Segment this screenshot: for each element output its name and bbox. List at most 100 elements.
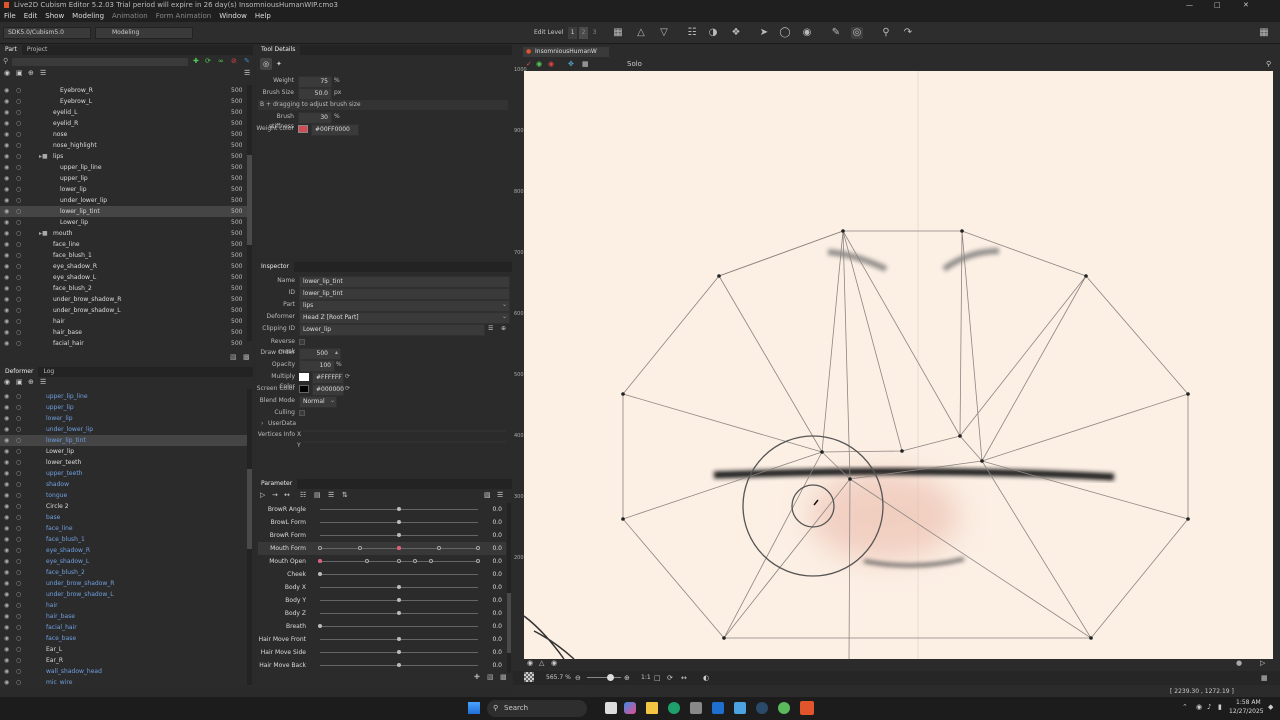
deformer-row[interactable]: ◉ ○ face_blush_2 [0,567,247,578]
deformer-row[interactable]: ◉ ○ lower_lip [0,413,247,424]
eye-icon[interactable]: ◉ [4,424,10,435]
culling-checkbox[interactable] [299,410,305,416]
lock-header-icon[interactable]: ▣ [16,378,23,386]
warp-icon[interactable]: ▽ [658,27,670,39]
part-row[interactable]: ◉ ○ nose 500 [0,129,247,140]
parameter-value[interactable]: 0.0 [484,503,502,516]
userdata-chevron-icon[interactable]: › [261,419,263,429]
screen-reset-icon[interactable]: ⟳ [345,384,350,394]
deformer-row[interactable]: ◉ ○ facial_hair [0,622,247,633]
sdk-select[interactable]: SDK5.0/Cubism5.0 [3,27,91,39]
add-param-icon[interactable]: ✚ [474,673,480,681]
eye-icon[interactable]: ◉ [4,140,10,151]
deformer-row[interactable]: ◉ ○ eye_shadow_L [0,556,247,567]
eye-icon[interactable]: ◉ [4,666,10,677]
parameter-keyframe[interactable] [476,559,480,563]
screen-color-swatch[interactable] [299,385,309,393]
parameter-row[interactable]: Body Z 0.0 [258,607,506,620]
lock-icon[interactable]: ○ [16,162,22,173]
deformer-row[interactable]: ◉ ○ face_line [0,523,247,534]
draw-order-stepper-icon[interactable]: ▴ [335,348,338,358]
parameter-scrollbar[interactable] [507,503,511,673]
lock-icon[interactable]: ○ [16,228,22,239]
lock-icon[interactable]: ○ [16,578,22,589]
collapse-header-icon[interactable]: ⊕ [28,378,34,386]
lock-icon[interactable]: ○ [16,677,22,685]
deformer-row[interactable]: ◉ ○ Ear_L [0,644,247,655]
visibility-header-icon[interactable]: ◉ [4,69,10,77]
parameter-row[interactable]: BrowR Form 0.0 [258,529,506,542]
eye-icon[interactable]: ◉ [4,677,10,685]
menu-animation[interactable]: Animation [108,11,152,22]
edge-icon[interactable] [668,702,680,714]
link-icon[interactable]: ∞ [218,57,224,65]
display-mode-icon[interactable]: ◐ [703,671,709,685]
part-scrollbar[interactable] [247,85,252,341]
visibility-header-icon[interactable]: ◉ [4,378,10,386]
notification-icon[interactable]: ◆ [1268,703,1273,711]
lock-icon[interactable]: ○ [16,272,22,283]
eye-icon[interactable]: ◉ [4,338,10,349]
deformer-row[interactable]: ◉ ○ under_brow_shadow_L [0,589,247,600]
lock-icon[interactable]: ○ [16,107,22,118]
part-search-input[interactable] [12,58,188,66]
eye-icon[interactable]: ◉ [4,468,10,479]
copilot-icon[interactable] [624,702,636,714]
parameter-keyframe[interactable] [412,559,417,563]
eye-icon[interactable]: ◉ [4,589,10,600]
parameter-value[interactable]: 0.0 [484,542,502,555]
outlook-icon[interactable] [712,702,724,714]
lock-icon[interactable]: ○ [16,338,22,349]
lock-icon[interactable]: ○ [16,611,22,622]
play-view-icon[interactable]: ▷ [1260,659,1265,667]
eye-icon[interactable]: ◉ [4,567,10,578]
pen-icon[interactable]: ✎ [830,27,842,39]
parameter-slider[interactable] [318,559,480,563]
lock-icon[interactable]: ○ [16,206,22,217]
eye-icon[interactable]: ◉ [4,217,10,228]
hide-toggle-icon[interactable]: ◉ [548,60,554,68]
lasso-icon[interactable]: ◯ [779,27,791,39]
part-row[interactable]: ◉ ○ upper_lip_line 500 [0,162,247,173]
mesh-edit-icon[interactable]: ▦ [612,27,624,39]
eye-icon[interactable]: ◉ [4,633,10,644]
eye-icon[interactable]: ◉ [4,283,10,294]
fit-window-icon[interactable]: □ [654,671,661,685]
overlay-icon[interactable]: ▦ [582,60,589,68]
weight-erase-tool-icon[interactable]: ✦ [276,58,282,70]
battery-icon[interactable]: ▮ [1218,703,1222,711]
deformer-chevron-down-icon[interactable]: ⌄ [502,312,507,322]
deformer-path-icon[interactable]: ✓ [526,60,532,68]
lock-icon[interactable]: ○ [16,435,22,446]
eye-icon[interactable]: ◉ [4,534,10,545]
lock-icon[interactable]: ○ [16,184,22,195]
lock-icon[interactable]: ○ [16,140,22,151]
lock-icon[interactable]: ○ [16,316,22,327]
weight-brush-icon[interactable]: ◎ [851,27,863,39]
menu-modeling[interactable]: Modeling [68,11,108,22]
eye-icon[interactable]: ◉ [4,294,10,305]
part-row[interactable]: ◉ ○ face_blush_2 500 [0,283,247,294]
part-row[interactable]: ◉ ○ under_brow_shadow_L 500 [0,305,247,316]
eye-icon[interactable]: ◉ [4,118,10,129]
file-explorer-icon[interactable] [646,702,658,714]
fit-view-icon[interactable]: ✥ [568,60,574,68]
eye-icon[interactable]: ◉ [4,611,10,622]
part-row[interactable]: ◉ ○ upper_lip 500 [0,173,247,184]
trash-icon[interactable]: ▩ [243,353,250,361]
close-icon[interactable]: ✕ [1243,0,1249,11]
task-view-icon[interactable] [605,702,617,714]
deformer-row[interactable]: ◉ ○ tongue [0,490,247,501]
part-row[interactable]: ◉ ○ lower_lip_tint 500 [0,206,247,217]
parameter-slider[interactable] [320,626,478,627]
deformer-row[interactable]: ◉ ○ shadow [0,479,247,490]
parameter-row[interactable]: Hair Move Side 0.0 [258,646,506,659]
eye-icon[interactable]: ◉ [4,162,10,173]
lock-icon[interactable]: ○ [16,239,22,250]
menu-window[interactable]: Window [215,11,251,22]
lock-icon[interactable]: ○ [16,294,22,305]
eye-icon[interactable]: ◉ [4,261,10,272]
edit-level-3[interactable]: 3 [590,27,599,39]
ratio-button[interactable]: 1:1 [641,671,651,685]
part-select[interactable]: lips [299,300,510,312]
